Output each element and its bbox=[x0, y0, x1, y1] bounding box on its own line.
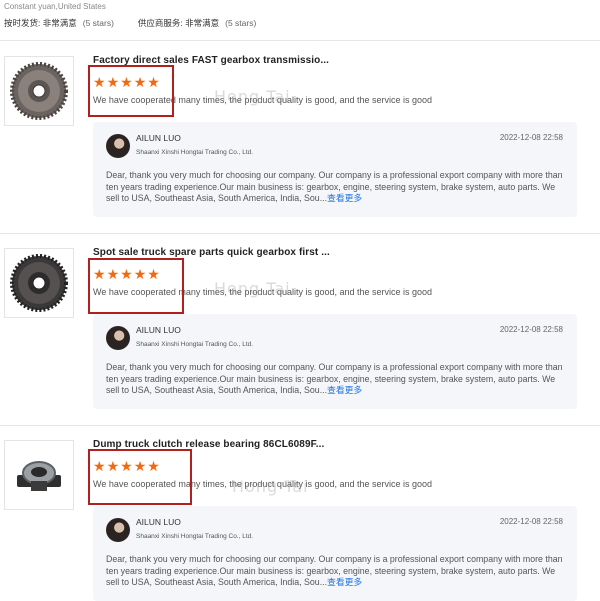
review-item: Spot sale truck spare parts quick gearbo… bbox=[0, 233, 600, 425]
review-item: Dump truck clutch release bearing 86CL60… bbox=[0, 425, 600, 601]
reply-date: 2022-12-08 22:58 bbox=[499, 517, 563, 526]
rating-service-label: 供应商服务: 非常满意 bbox=[137, 18, 220, 28]
rating-shipping-note: (5 stars) bbox=[82, 18, 114, 28]
gear-icon bbox=[10, 254, 68, 312]
avatar bbox=[106, 326, 130, 350]
seller-name: AILUN LUO bbox=[136, 517, 181, 527]
rating-service-note: (5 stars) bbox=[225, 18, 257, 28]
seller-name: AILUN LUO bbox=[136, 133, 181, 143]
gear-icon bbox=[10, 62, 68, 120]
seller-reply: AILUN LUO Shaanxi Xinshi Hongtai Trading… bbox=[93, 506, 577, 601]
view-more-link[interactable]: 查看更多 bbox=[327, 193, 362, 203]
avatar bbox=[106, 134, 130, 158]
product-thumbnail[interactable] bbox=[4, 248, 74, 318]
buyer-location: Constant yuan,United States bbox=[4, 2, 106, 11]
review-item: Factory direct sales FAST gearbox transm… bbox=[0, 41, 600, 233]
view-more-link[interactable]: 查看更多 bbox=[327, 385, 362, 395]
highlight-box bbox=[88, 258, 184, 314]
product-thumbnail[interactable] bbox=[4, 440, 74, 510]
seller-reply: AILUN LUO Shaanxi Xinshi Hongtai Trading… bbox=[93, 314, 577, 409]
overall-ratings: 按时发货: 非常满意 (5 stars) 供应商服务: 非常满意 (5 stars) bbox=[4, 17, 596, 29]
rating-shipping: 按时发货: 非常满意 (5 stars) bbox=[4, 17, 114, 29]
reply-date: 2022-12-08 22:58 bbox=[499, 325, 563, 334]
reply-body: Dear, thank you very much for choosing o… bbox=[106, 554, 564, 589]
seller-company: Shaanxi Xinshi Hongtai Trading Co., Ltd. bbox=[136, 149, 254, 156]
reply-body: Dear, thank you very much for choosing o… bbox=[106, 362, 564, 397]
product-title[interactable]: Spot sale truck spare parts quick gearbo… bbox=[93, 247, 330, 258]
highlight-box bbox=[88, 65, 174, 117]
seller-name: AILUN LUO bbox=[136, 325, 181, 335]
review-header: Constant yuan,United States 按时发货: 非常满意 (5… bbox=[4, 0, 596, 29]
seller-reply: AILUN LUO Shaanxi Xinshi Hongtai Trading… bbox=[93, 122, 577, 217]
avatar bbox=[106, 518, 130, 542]
view-more-link[interactable]: 查看更多 bbox=[327, 577, 362, 587]
rating-shipping-label: 按时发货: 非常满意 bbox=[4, 18, 77, 28]
seller-company: Shaanxi Xinshi Hongtai Trading Co., Ltd. bbox=[136, 533, 254, 540]
reply-date: 2022-12-08 22:58 bbox=[499, 133, 563, 142]
product-thumbnail[interactable] bbox=[4, 56, 74, 126]
reply-body: Dear, thank you very much for choosing o… bbox=[106, 170, 564, 205]
bearing-icon bbox=[17, 461, 61, 491]
highlight-box bbox=[88, 449, 192, 505]
seller-company: Shaanxi Xinshi Hongtai Trading Co., Ltd. bbox=[136, 341, 254, 348]
rating-supplier-service: 供应商服务: 非常满意 (5 stars) bbox=[138, 17, 256, 29]
